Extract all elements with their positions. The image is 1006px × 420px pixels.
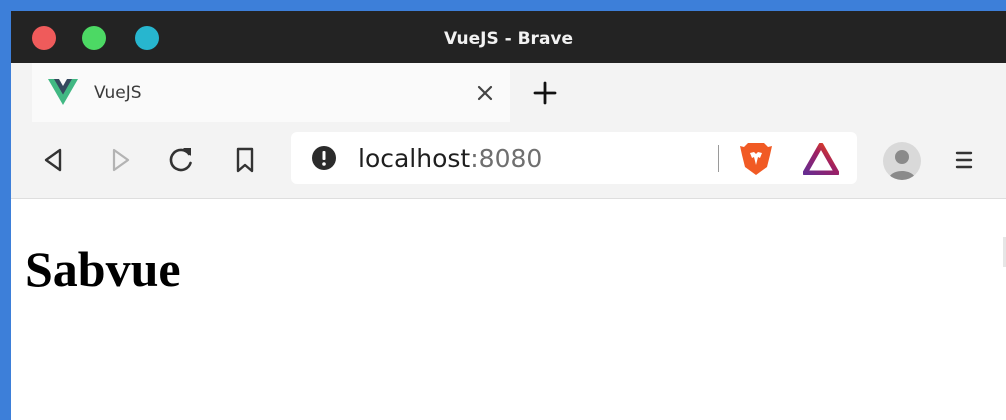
url-host: localhost — [358, 144, 471, 173]
tab-vuejs[interactable]: VueJS — [32, 63, 510, 122]
navigation-toolbar: localhost:8080 — [11, 122, 1006, 199]
forward-arrow-icon[interactable] — [105, 145, 135, 175]
bookmark-icon[interactable] — [230, 145, 260, 175]
person-icon — [888, 150, 916, 180]
window-title: VueJS - Brave — [443, 29, 574, 49]
address-bar[interactable]: localhost:8080 — [291, 132, 857, 184]
brave-shield-icon[interactable] — [739, 141, 773, 177]
close-tab-icon[interactable] — [472, 80, 498, 106]
back-arrow-icon[interactable] — [39, 145, 69, 175]
title-bar[interactable]: VueJS - Brave — [11, 11, 1006, 63]
address-bar-divider — [718, 145, 719, 172]
page-heading: Sabvue — [25, 241, 181, 297]
brave-rewards-icon[interactable] — [803, 143, 839, 175]
info-icon[interactable] — [311, 145, 337, 171]
new-tab-button[interactable] — [531, 79, 559, 107]
tab-title: VueJS — [94, 83, 142, 103]
page-content: Sabvue — [11, 199, 1006, 420]
tab-strip: VueJS — [11, 63, 1006, 122]
url-text[interactable]: localhost:8080 — [358, 132, 542, 184]
reload-icon[interactable] — [166, 145, 196, 175]
vue-logo-icon — [48, 79, 78, 105]
profile-avatar[interactable] — [883, 142, 921, 180]
hamburger-menu-icon[interactable] — [952, 146, 976, 174]
browser-window: VueJS - Brave VueJS localhost:8080 Sabvu… — [11, 11, 1006, 420]
url-port: :8080 — [470, 144, 543, 173]
